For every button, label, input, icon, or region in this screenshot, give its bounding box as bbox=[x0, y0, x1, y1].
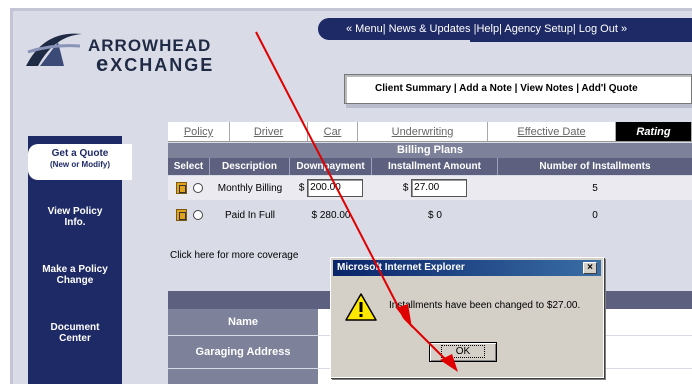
tab-underwriting[interactable]: Underwriting bbox=[358, 122, 488, 141]
installment-count-cell: 5 bbox=[592, 182, 598, 194]
tab-policy[interactable]: Policy bbox=[168, 122, 230, 141]
tab-car[interactable]: Car bbox=[308, 122, 358, 141]
client-summary-bar[interactable]: Client Summary | Add a Note | View Notes… bbox=[344, 74, 692, 104]
dialog-message: Installments have been changed to $27.00… bbox=[389, 300, 581, 311]
name-label: Name bbox=[168, 309, 318, 335]
select-cell bbox=[168, 209, 210, 221]
ok-button-label: OK bbox=[440, 345, 486, 358]
more-coverage-link[interactable]: Click here for more coverage bbox=[170, 250, 298, 261]
garaging-address-label: Garaging Address bbox=[168, 336, 318, 368]
downpayment-input[interactable]: 200.00 bbox=[307, 179, 364, 197]
ok-button[interactable]: OK bbox=[429, 342, 497, 362]
installment-input[interactable]: 27.00 bbox=[411, 179, 468, 197]
plan-info-icon[interactable] bbox=[175, 209, 187, 221]
arrowhead-logo-icon bbox=[26, 33, 82, 66]
alert-dialog: Microsoft Internet Explorer × Installmen… bbox=[330, 257, 604, 378]
sidebar-item-make-policy-change[interactable]: Make a Policy Change bbox=[28, 264, 122, 286]
warning-icon bbox=[345, 293, 377, 321]
installment-count-cell: 0 bbox=[592, 209, 598, 221]
sidebar-item-label: Get a Quote bbox=[51, 148, 109, 159]
tab-bar: Policy Driver Car Underwriting Effective… bbox=[168, 122, 692, 142]
brand-name-line2: eXCHANGE bbox=[96, 51, 214, 77]
client-bar-shadow bbox=[346, 104, 692, 108]
top-menu-bar[interactable]: « Menu| News & Updates |Help| Agency Set… bbox=[318, 18, 692, 40]
billing-plans-title: Billing Plans bbox=[168, 143, 692, 158]
installment-cell: $ 27.00 bbox=[372, 179, 498, 197]
sidebar-item-document-center[interactable]: Document Center bbox=[28, 322, 122, 344]
currency-label: $ bbox=[298, 182, 305, 194]
close-icon[interactable]: × bbox=[583, 262, 597, 274]
tab-effective-date[interactable]: Effective Date bbox=[488, 122, 616, 141]
column-header-number-of-installments: Number of Installments bbox=[539, 161, 651, 172]
sidebar-item-sublabel: (New or Modify) bbox=[50, 160, 110, 169]
installment-cell: $ 0 bbox=[428, 209, 442, 221]
brand-name-line2-initial: e bbox=[96, 51, 111, 76]
tab-rating[interactable]: Rating bbox=[616, 122, 692, 141]
billing-table-header: Select Description Downpayment Installme… bbox=[168, 158, 692, 175]
sidebar-item-label: View Policy Info. bbox=[47, 206, 103, 228]
brand-name-line2-rest: XCHANGE bbox=[110, 55, 215, 75]
column-header-downpayment: Downpayment bbox=[290, 158, 372, 175]
downpayment-cell: $ 280.00 bbox=[311, 209, 351, 221]
sidebar-item-get-a-quote[interactable]: Get a Quote (New or Modify) bbox=[28, 144, 132, 180]
description-cell: Monthly Billing bbox=[217, 182, 283, 194]
plan-info-icon[interactable] bbox=[175, 182, 187, 194]
column-header-installment-amount: Installment Amount bbox=[372, 158, 498, 175]
downpayment-cell: $ 200.00 bbox=[290, 179, 372, 197]
description-cell: Paid In Full bbox=[224, 209, 276, 221]
sidebar-item-label: Make a Policy Change bbox=[42, 264, 108, 286]
tab-driver[interactable]: Driver bbox=[230, 122, 308, 141]
column-header-select: Select bbox=[168, 158, 210, 175]
dialog-title: Microsoft Internet Explorer × bbox=[333, 260, 601, 276]
currency-label: $ bbox=[402, 182, 409, 194]
sidebar-item-label: Document Center bbox=[50, 322, 100, 344]
next-field-label bbox=[168, 369, 318, 384]
plan-radio-paid-in-full[interactable] bbox=[192, 210, 203, 220]
table-row: Paid In Full $ 280.00 $ 0 0 bbox=[168, 203, 692, 227]
column-header-description: Description bbox=[210, 158, 290, 175]
plan-radio-monthly[interactable] bbox=[192, 183, 203, 193]
sidebar-item-view-policy-info[interactable]: View Policy Info. bbox=[28, 206, 122, 228]
select-cell bbox=[168, 182, 210, 194]
table-row: Monthly Billing $ 200.00 $ 27.00 5 bbox=[168, 176, 692, 200]
dialog-title-text: Microsoft Internet Explorer bbox=[337, 262, 465, 273]
